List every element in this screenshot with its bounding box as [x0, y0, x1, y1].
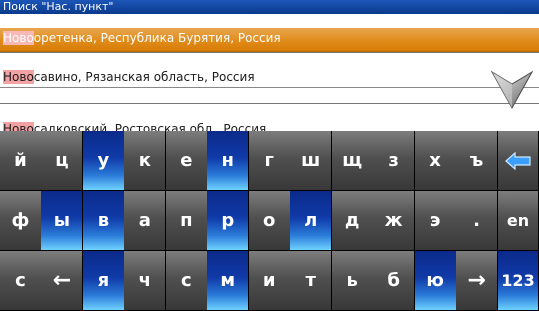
onscreen-keyboard: й ц у к е н г ш щ з х ъ ф ы в а п р о л д ж э. en с ← я ч с м и т ь б ю → 12… [0, 131, 539, 311]
key-э[interactable]: э [414, 191, 457, 251]
key-ы[interactable]: ы [41, 191, 84, 251]
chevron-down-icon [490, 70, 534, 110]
key-л[interactable]: л [290, 191, 333, 251]
key-у[interactable]: у [82, 131, 125, 191]
cursor-right-key[interactable]: → [456, 251, 499, 311]
key-г[interactable]: г [248, 131, 291, 191]
key-о[interactable]: о [248, 191, 291, 251]
key-ж[interactable]: ж [373, 191, 416, 251]
window-title: Поиск "Нас. пункт" [0, 0, 539, 14]
key-ц[interactable]: ц [41, 131, 84, 191]
key-в[interactable]: в [82, 191, 125, 251]
key-с[interactable]: с [0, 251, 42, 311]
match-highlight: Ново [3, 31, 34, 45]
key-х[interactable]: х [414, 131, 457, 191]
key-ш[interactable]: ш [290, 131, 333, 191]
key-т[interactable]: т [290, 251, 333, 311]
cursor-left-key[interactable]: ← [41, 251, 84, 311]
result-item-2[interactable]: Новосавино, Рязанская область, Россия [0, 66, 539, 88]
key-р[interactable]: р [207, 191, 250, 251]
key-ф[interactable]: ф [0, 191, 42, 251]
key-к[interactable]: к [124, 131, 167, 191]
key-и[interactable]: и [248, 251, 291, 311]
backspace-icon [505, 151, 531, 170]
scroll-down-button[interactable] [490, 68, 534, 112]
backspace-key[interactable] [497, 131, 539, 191]
match-highlight: Ново [3, 70, 34, 84]
key-б[interactable]: б [373, 251, 416, 311]
language-switch-key[interactable]: en [497, 191, 539, 251]
key-п[interactable]: п [165, 191, 208, 251]
key-а[interactable]: а [124, 191, 167, 251]
key-д[interactable]: д [331, 191, 374, 251]
numbers-mode-key[interactable]: 123 [497, 251, 539, 311]
key-е[interactable]: е [165, 131, 208, 191]
key-щ[interactable]: щ [331, 131, 374, 191]
key-с[interactable]: с [165, 251, 208, 311]
key-ь[interactable]: ь [331, 251, 374, 311]
results-list: Новооретенка, Республика Бурятия, Россия… [0, 14, 539, 136]
key-ю[interactable]: ю [414, 251, 457, 311]
key-й[interactable]: й [0, 131, 42, 191]
key-м[interactable]: м [207, 251, 250, 311]
key-я[interactable]: я [82, 251, 125, 311]
key-period[interactable]: . [456, 191, 499, 251]
key-ч[interactable]: ч [124, 251, 167, 311]
result-label: оретенка, Республика Бурятия, Россия [33, 31, 281, 45]
key-н[interactable]: н [207, 131, 250, 191]
result-item-1[interactable]: Новооретенка, Республика Бурятия, Россия [0, 28, 539, 52]
result-label: савино, Рязанская область, Россия [33, 70, 255, 84]
key-ъ[interactable]: ъ [456, 131, 499, 191]
key-з[interactable]: з [373, 131, 416, 191]
